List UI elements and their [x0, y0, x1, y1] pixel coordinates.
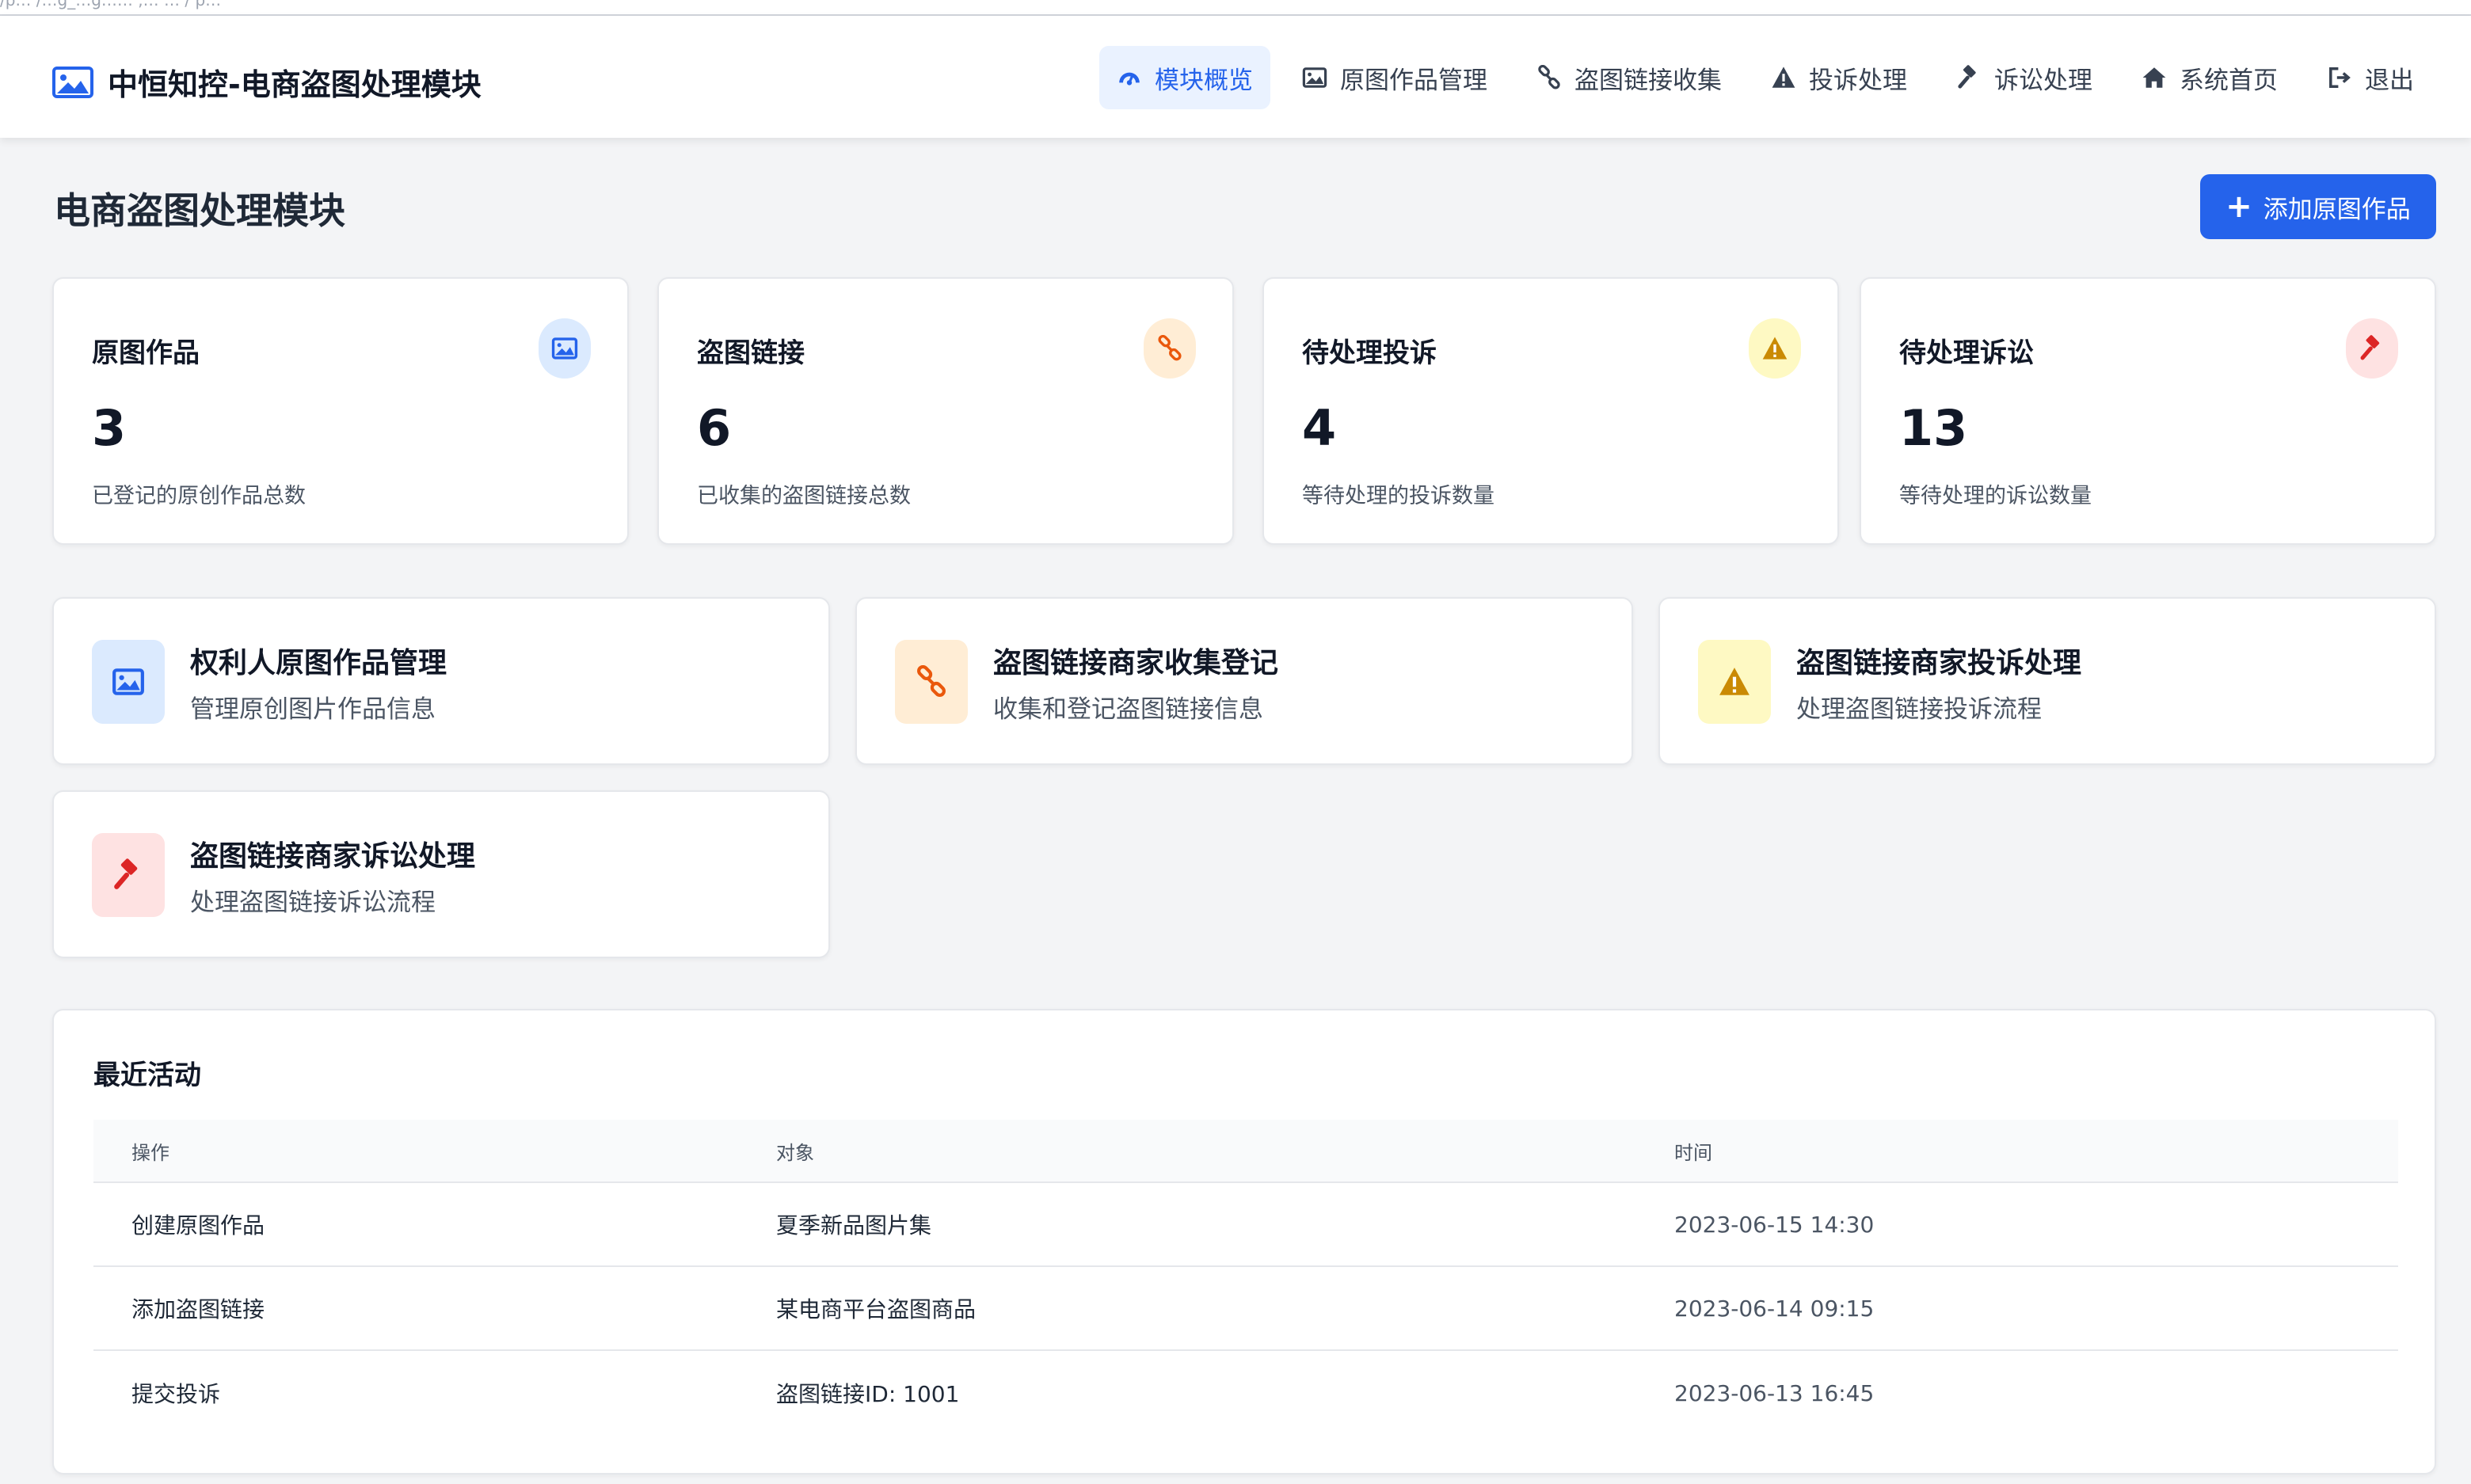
- column-header-object: 对象: [776, 1141, 814, 1164]
- gavel-icon: [92, 833, 165, 917]
- stat-desc: 已收集的盗图链接总数: [697, 484, 911, 508]
- table-row: 添加盗图链接 某电商平台盗图商品 2023-06-14 09:15: [93, 1267, 2398, 1351]
- table-row: 提交投诉 盗图链接ID: 1001 2023-06-13 16:45: [93, 1351, 2398, 1435]
- column-header-action: 操作: [131, 1141, 169, 1164]
- recent-activity-card: 最近活动 操作 对象 时间 创建原图作品 夏季新品图片集 2023-06-15 …: [52, 1009, 2436, 1474]
- cell-action: 创建原图作品: [131, 1212, 265, 1239]
- plus-icon: +: [2225, 188, 2252, 225]
- nav-item-overview[interactable]: 模块概览: [1099, 46, 1270, 109]
- add-button-label: 添加原图作品: [2263, 195, 2411, 224]
- nav-item-complaints[interactable]: 投诉处理: [1753, 46, 1925, 109]
- stat-desc: 已登记的原创作品总数: [92, 484, 306, 508]
- nav-item-originals[interactable]: 原图作品管理: [1285, 46, 1505, 109]
- stat-card-originals: 原图作品 3 已登记的原创作品总数: [52, 277, 629, 545]
- warning-icon: [1771, 65, 1796, 90]
- module-card-originals[interactable]: 权利人原图作品管理 管理原创图片作品信息: [52, 597, 830, 765]
- brand-title: 中恒知控-电商盗图处理模块: [108, 67, 482, 102]
- sign-out-icon: [2327, 65, 2352, 90]
- cell-object: 盗图链接ID: 1001: [776, 1381, 960, 1407]
- browser-address-strip: /p… /…g_…g…… ,… … / p…: [0, 0, 2471, 16]
- stat-title: 原图作品: [92, 337, 200, 369]
- stat-title: 待处理投诉: [1302, 337, 1437, 369]
- stat-value: 3: [92, 399, 127, 457]
- cell-time: 2023-06-14 09:15: [1674, 1295, 1875, 1322]
- stat-value: 6: [697, 399, 732, 457]
- table-header: 操作 对象 时间: [93, 1120, 2398, 1183]
- nav-label: 诉讼处理: [1994, 66, 2092, 95]
- nav-label: 模块概览: [1155, 66, 1253, 95]
- cell-object: 某电商平台盗图商品: [776, 1296, 977, 1322]
- stat-desc: 等待处理的投诉数量: [1302, 484, 1494, 508]
- cell-action: 提交投诉: [131, 1381, 221, 1407]
- page-title: 电商盗图处理模块: [54, 189, 345, 232]
- stat-value: 13: [1899, 399, 1968, 457]
- module-desc: 处理盗图链接诉讼流程: [190, 888, 436, 917]
- nav-item-link-collect[interactable]: 盗图链接收集: [1519, 46, 1739, 109]
- table-row: 创建原图作品 夏季新品图片集 2023-06-15 14:30: [93, 1183, 2398, 1267]
- stat-value: 4: [1302, 399, 1337, 457]
- module-title: 盗图链接商家收集登记: [993, 647, 1279, 679]
- nav-item-logout[interactable]: 退出: [2309, 46, 2431, 109]
- gavel-icon: [1956, 65, 1982, 90]
- module-desc: 收集和登记盗图链接信息: [993, 695, 1263, 724]
- module-title: 盗图链接商家投诉处理: [1796, 647, 2082, 679]
- gavel-icon: [2346, 318, 2398, 379]
- brand[interactable]: 中恒知控-电商盗图处理模块: [52, 60, 482, 104]
- module-card-complaints[interactable]: 盗图链接商家投诉处理 处理盗图链接投诉流程: [1658, 597, 2436, 765]
- stat-title: 盗图链接: [697, 337, 805, 369]
- cell-time: 2023-06-15 14:30: [1674, 1211, 1875, 1238]
- module-card-litigation[interactable]: 盗图链接商家诉讼处理 处理盗图链接诉讼流程: [52, 790, 830, 958]
- link-icon: [895, 640, 968, 724]
- app-page: /p… /…g_…g…… ,… … / p… 中恒知控-电商盗图处理模块 模块概…: [0, 0, 2471, 1484]
- stat-card-complaints: 待处理投诉 4 等待处理的投诉数量: [1262, 277, 1839, 545]
- home-icon: [2142, 65, 2167, 90]
- image-icon: [52, 66, 93, 98]
- module-title: 盗图链接商家诉讼处理: [190, 840, 476, 873]
- add-original-button[interactable]: + 添加原图作品: [2200, 174, 2436, 239]
- nav-label: 原图作品管理: [1340, 66, 1487, 95]
- column-header-time: 时间: [1674, 1141, 1712, 1164]
- nav-label: 盗图链接收集: [1574, 66, 1722, 95]
- image-icon: [1302, 65, 1327, 90]
- top-navbar: 中恒知控-电商盗图处理模块 模块概览 原图作品管理 盗图链接收集 投诉处理 诉讼…: [0, 16, 2471, 138]
- nav-label: 投诉处理: [1809, 66, 1907, 95]
- warning-icon: [1698, 640, 1771, 724]
- warning-icon: [1749, 318, 1801, 379]
- stat-card-litigation: 待处理诉讼 13 等待处理的诉讼数量: [1860, 277, 2436, 545]
- module-desc: 处理盗图链接投诉流程: [1796, 695, 2042, 724]
- recent-activity-title: 最近活动: [93, 1060, 201, 1091]
- activity-table: 操作 对象 时间 创建原图作品 夏季新品图片集 2023-06-15 14:30…: [93, 1120, 2398, 1435]
- dashboard-icon: [1117, 65, 1142, 90]
- cell-object: 夏季新品图片集: [776, 1212, 932, 1239]
- module-card-link-collect[interactable]: 盗图链接商家收集登记 收集和登记盗图链接信息: [855, 597, 1633, 765]
- nav-label: 退出: [2365, 66, 2414, 95]
- stat-title: 待处理诉讼: [1899, 337, 2034, 369]
- link-icon: [1536, 65, 1562, 90]
- stat-card-links: 盗图链接 6 已收集的盗图链接总数: [657, 277, 1234, 545]
- link-icon: [1144, 318, 1196, 379]
- address-bar-text: /p… /…g_…g…… ,… … / p…: [0, 0, 222, 10]
- module-title: 权利人原图作品管理: [190, 647, 447, 679]
- image-icon: [92, 640, 165, 724]
- nav-item-litigation[interactable]: 诉讼处理: [1939, 46, 2110, 109]
- stat-desc: 等待处理的诉讼数量: [1899, 484, 2092, 508]
- cell-time: 2023-06-13 16:45: [1674, 1379, 1875, 1406]
- cell-action: 添加盗图链接: [131, 1296, 265, 1322]
- nav-label: 系统首页: [2180, 66, 2278, 95]
- module-desc: 管理原创图片作品信息: [190, 695, 436, 724]
- nav-item-home[interactable]: 系统首页: [2124, 46, 2295, 109]
- main-nav: 模块概览 原图作品管理 盗图链接收集 投诉处理 诉讼处理 系统首页 退出: [1099, 46, 2431, 109]
- image-icon: [539, 318, 591, 379]
